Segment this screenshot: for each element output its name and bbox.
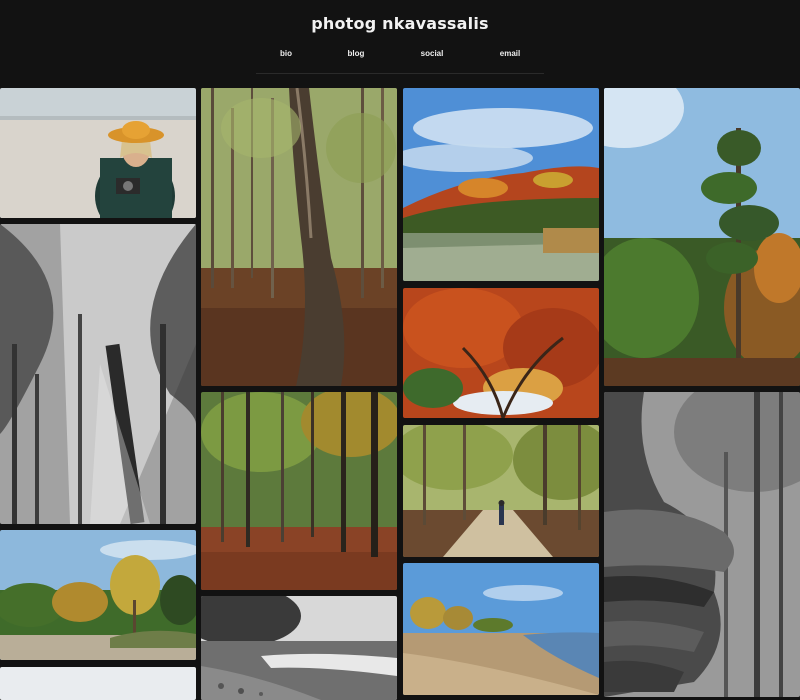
gallery-photo-bw-shoreline[interactable] (201, 596, 397, 700)
nav-link-social[interactable]: social (402, 49, 462, 58)
nav-link-email[interactable]: email (480, 49, 540, 58)
gallery-photo-dead-tree-forest[interactable] (201, 88, 397, 386)
gallery-photo-autumn-beach-tree[interactable] (0, 530, 196, 660)
site-title[interactable]: photog nkavassalis (0, 14, 800, 33)
gallery-photo-autumn-forest-floor[interactable] (201, 392, 397, 590)
gallery-photo-tall-pine-autumn[interactable] (604, 88, 800, 386)
nav-link-bio[interactable]: bio (256, 49, 316, 58)
nav-link-blog[interactable]: blog (326, 49, 386, 58)
gallery-photo-bw-forest-rays[interactable] (0, 224, 196, 524)
gallery-photo-bright-sky[interactable] (0, 667, 196, 700)
gallery-photo-sandy-beach[interactable] (403, 563, 599, 695)
gallery-photo-forest-path-person[interactable] (403, 425, 599, 557)
site-header: photog nkavassalis bio blog social email (0, 0, 800, 86)
gallery-photo-portrait-beach[interactable] (0, 88, 196, 218)
gallery-photo-autumn-hills-lake[interactable] (403, 88, 599, 281)
gallery-photo-bw-rock-cliff[interactable] (604, 392, 800, 697)
gallery-photo-red-maple-canopy[interactable] (403, 288, 599, 418)
nav-divider (256, 73, 544, 74)
